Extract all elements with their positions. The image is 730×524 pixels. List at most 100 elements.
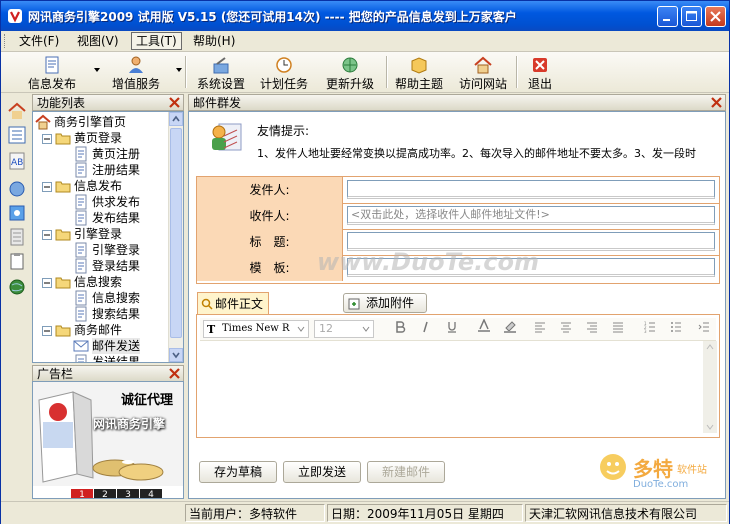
editor-scrollbar[interactable] bbox=[703, 341, 717, 433]
duote-corner-site: DuoTe.com bbox=[633, 479, 689, 490]
bullet-list-button[interactable] bbox=[666, 319, 686, 339]
send-now-button[interactable]: 立即发送 bbox=[283, 461, 361, 483]
ad-pages: 12345 bbox=[71, 486, 163, 498]
folder-icon bbox=[55, 274, 71, 290]
save-draft-button[interactable]: 存为草稿 bbox=[199, 461, 277, 483]
tree-scrollbar[interactable] bbox=[168, 112, 183, 362]
align-right-button[interactable] bbox=[582, 319, 602, 339]
close-icon[interactable] bbox=[168, 367, 181, 380]
toolbar-exit[interactable]: 退出 bbox=[523, 54, 557, 91]
list-icon[interactable] bbox=[8, 126, 26, 144]
recipient-label: 收件人: bbox=[197, 203, 343, 229]
title-bar[interactable]: 网讯商务引擎2009 试用版 V5.15 (您还可试用14次) ---- 把您的… bbox=[1, 1, 729, 31]
duote-brand-watermark: 多特 软件站 DuoTe.com bbox=[597, 447, 725, 497]
add-attachment-button[interactable]: 添加附件 bbox=[343, 293, 427, 313]
ad-banner[interactable]: 诚征代理 网讯商务引擎 12345 bbox=[32, 381, 184, 499]
indent-button[interactable] bbox=[694, 319, 714, 339]
globe-icon[interactable] bbox=[8, 180, 26, 198]
value-service-dropdown-arrow[interactable] bbox=[176, 68, 182, 72]
menu-tools[interactable]: 工具(T) bbox=[131, 32, 182, 50]
font-color-button[interactable] bbox=[474, 318, 494, 339]
recipient-input[interactable]: <双击此处，选择收件人邮件地址文件!> bbox=[347, 206, 715, 225]
bold-button[interactable] bbox=[390, 319, 410, 339]
app-window: 网讯商务引擎2009 试用版 V5.15 (您还可试用14次) ---- 把您的… bbox=[0, 0, 730, 524]
page-icon bbox=[73, 162, 89, 178]
size-select[interactable]: 12 bbox=[314, 320, 374, 338]
page-icon bbox=[73, 146, 89, 162]
toolbar-label: 计划任务 bbox=[259, 77, 308, 91]
tree-item-label: 引擎登录 bbox=[92, 243, 141, 257]
ad-page-button[interactable]: 4 bbox=[140, 489, 162, 498]
scroll-up-button[interactable] bbox=[169, 112, 183, 126]
ad-page-button[interactable]: 2 bbox=[94, 489, 116, 498]
highlight-button[interactable] bbox=[500, 319, 520, 339]
scroll-thumb[interactable] bbox=[170, 128, 182, 338]
notes-icon[interactable] bbox=[8, 228, 26, 246]
expand-toggle-icon[interactable] bbox=[42, 326, 52, 336]
toolbar-info-publish[interactable]: 信息发布 bbox=[21, 54, 83, 91]
italic-button[interactable] bbox=[416, 319, 436, 339]
ad-page-button[interactable]: 1 bbox=[71, 489, 93, 498]
form-row-sender: 发件人: bbox=[197, 177, 719, 204]
editor-tab-body[interactable]: 邮件正文 bbox=[197, 292, 269, 314]
tree-item-label: 引擎登录 bbox=[74, 227, 123, 241]
menu-file[interactable]: 文件(F) bbox=[15, 33, 63, 49]
window-title: 网讯商务引擎2009 试用版 V5.15 (您还可试用14次) ---- 把您的… bbox=[28, 10, 517, 24]
info-publish-dropdown-arrow[interactable] bbox=[94, 68, 100, 72]
sender-input[interactable] bbox=[347, 180, 715, 199]
tree-item-label: 发送结果 bbox=[92, 355, 141, 363]
toolbar-value-service[interactable]: 增值服务 bbox=[105, 54, 167, 91]
toolbar-scheduled-tasks[interactable]: 计划任务 bbox=[257, 54, 311, 91]
scroll-down-button[interactable] bbox=[169, 348, 183, 362]
toolbar-update[interactable]: 更新升级 bbox=[321, 54, 379, 91]
address-book-icon[interactable]: AB bbox=[8, 152, 26, 170]
menu-grip[interactable] bbox=[4, 34, 8, 48]
tree-item-label: 商务邮件 bbox=[74, 323, 123, 337]
world-icon[interactable] bbox=[8, 278, 26, 296]
size-select-value: 12 bbox=[319, 322, 333, 335]
toolbar-help-topics[interactable]: 帮助主题 bbox=[392, 54, 446, 91]
status-bar: 当前用户：多特软件 日期：2009年11月05日 星期四 天津汇软网讯信息技术有… bbox=[1, 501, 729, 524]
expand-toggle-icon[interactable] bbox=[42, 182, 52, 192]
ad-panel-title: 广告栏 bbox=[37, 367, 74, 381]
clipboard-icon[interactable] bbox=[8, 252, 26, 270]
tip-person-icon bbox=[212, 123, 242, 151]
page-icon bbox=[73, 290, 89, 306]
underline-button[interactable] bbox=[442, 319, 462, 339]
mail-body-textarea[interactable] bbox=[200, 341, 703, 433]
network-icon[interactable] bbox=[8, 204, 26, 222]
close-icon[interactable] bbox=[168, 96, 181, 109]
numbered-list-button[interactable]: 123 bbox=[640, 319, 660, 339]
chevron-down-icon bbox=[706, 424, 714, 430]
magnifier-icon bbox=[201, 298, 213, 310]
maximize-button[interactable] bbox=[681, 6, 702, 27]
toolbar-label: 访问网站 bbox=[458, 77, 507, 91]
toolbar-visit-website[interactable]: 访问网站 bbox=[456, 54, 510, 91]
close-button[interactable] bbox=[705, 6, 726, 27]
expand-toggle-icon[interactable] bbox=[42, 278, 52, 288]
page-icon bbox=[73, 194, 89, 210]
align-center-button[interactable] bbox=[556, 319, 576, 339]
justify-button[interactable] bbox=[608, 319, 628, 339]
menu-help[interactable]: 帮助(H) bbox=[189, 33, 239, 49]
chevron-up-icon bbox=[172, 115, 180, 122]
align-center-icon bbox=[561, 322, 571, 333]
align-left-button[interactable] bbox=[530, 319, 550, 339]
align-left-icon bbox=[535, 322, 545, 333]
ad-page-button[interactable]: 3 bbox=[117, 489, 139, 498]
new-mail-button[interactable]: 新建邮件 bbox=[367, 461, 445, 483]
menu-view[interactable]: 视图(V) bbox=[73, 33, 123, 49]
font-select[interactable]: T Times New R bbox=[203, 320, 309, 338]
tree-item-label: 黄页登录 bbox=[74, 131, 123, 145]
close-icon[interactable] bbox=[710, 96, 723, 109]
toolbar-system-settings[interactable]: 系统设置 bbox=[194, 54, 248, 91]
chevron-up-icon bbox=[706, 344, 714, 350]
expand-toggle-icon[interactable] bbox=[42, 230, 52, 240]
font-select-value: Times New R bbox=[222, 323, 290, 334]
folder-icon bbox=[55, 322, 71, 338]
bullet-list-icon bbox=[671, 322, 681, 332]
minimize-button[interactable] bbox=[657, 6, 678, 27]
expand-toggle-icon[interactable] bbox=[42, 134, 52, 144]
home-icon[interactable] bbox=[8, 102, 26, 120]
align-right-icon bbox=[587, 322, 597, 333]
